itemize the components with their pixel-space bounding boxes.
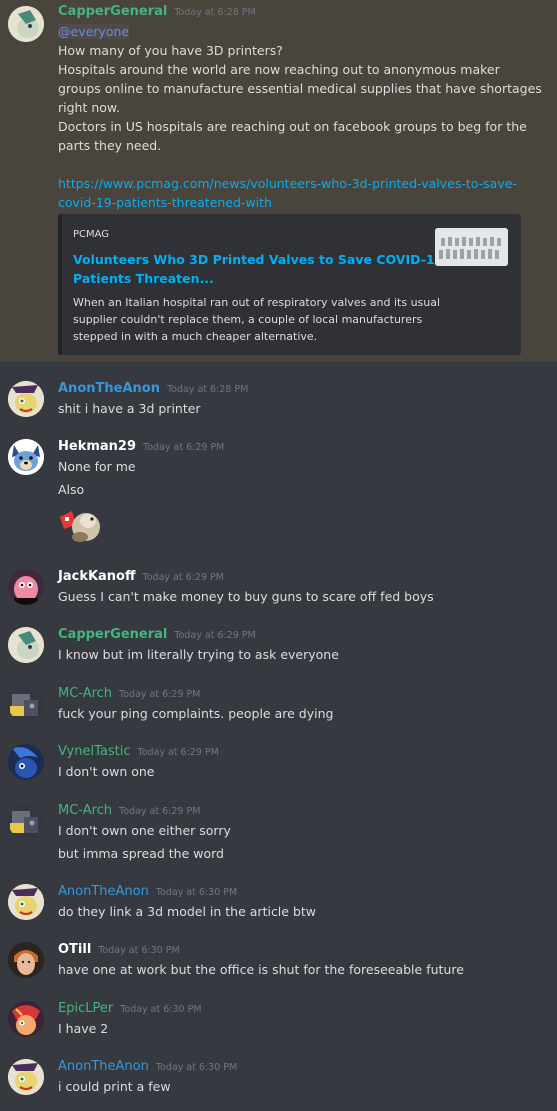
avatar[interactable] bbox=[8, 569, 44, 605]
message: EpicLPer Today at 6:30 PM I have 2 bbox=[0, 1001, 557, 1038]
author-name[interactable]: AnonTheAnon bbox=[58, 884, 149, 899]
author-name[interactable]: AnonTheAnon bbox=[58, 1059, 149, 1074]
avatar[interactable] bbox=[8, 803, 44, 839]
avatar[interactable] bbox=[8, 439, 44, 475]
embed-thumbnail[interactable] bbox=[435, 228, 508, 266]
message-text: shit i have a 3d printer bbox=[58, 401, 201, 416]
timestamp: Today at 6:29 PM bbox=[137, 747, 219, 758]
message-text: Also bbox=[58, 482, 85, 497]
message: AnonTheAnon Today at 6:28 PM shit i have… bbox=[0, 381, 557, 418]
message: CapperGeneral Today at 6:28 PM @everyone… bbox=[0, 4, 557, 212]
message-text: I don't own one either sorry bbox=[58, 823, 231, 838]
message: Hekman29 Today at 6:29 PM None for me Al… bbox=[0, 439, 557, 545]
message-text: do they link a 3d model in the article b… bbox=[58, 904, 317, 919]
author-name[interactable]: AnonTheAnon bbox=[58, 381, 160, 396]
timestamp: Today at 6:29 PM bbox=[119, 689, 201, 700]
article-link[interactable]: https://www.pcmag.com/news/volunteers-wh… bbox=[58, 174, 547, 193]
author-name[interactable]: JackKanoff bbox=[58, 569, 136, 584]
mention[interactable]: @everyone bbox=[58, 22, 547, 41]
timestamp: Today at 6:29 PM bbox=[174, 630, 256, 641]
timestamp: Today at 6:29 PM bbox=[119, 806, 201, 817]
pony-avatar-icon bbox=[8, 6, 44, 42]
message: VynelTastic Today at 6:29 PM I don't own… bbox=[0, 744, 557, 781]
author-name[interactable]: CapperGeneral bbox=[58, 627, 167, 642]
pony-avatar-icon bbox=[8, 1001, 44, 1037]
pony-avatar-icon bbox=[8, 381, 44, 417]
timestamp: Today at 6:28 PM bbox=[174, 7, 256, 18]
embed-provider: PCMAG bbox=[73, 229, 110, 240]
author-name[interactable]: CapperGeneral bbox=[58, 4, 167, 19]
message: JackKanoff Today at 6:29 PM Guess I can'… bbox=[0, 569, 557, 606]
timestamp: Today at 6:29 PM bbox=[142, 572, 224, 583]
pony-avatar-icon bbox=[8, 627, 44, 663]
message-text: groups online to manufacture essential m… bbox=[58, 81, 542, 96]
starfish-avatar-icon bbox=[8, 569, 44, 605]
timestamp: Today at 6:30 PM bbox=[98, 945, 180, 956]
message-text: right now. bbox=[58, 100, 120, 115]
message-text: Hospitals around the world are now reach… bbox=[58, 62, 500, 77]
link-embed: PCMAG Volunteers Who 3D Printed Valves t… bbox=[58, 214, 521, 355]
message: MC-Arch Today at 6:29 PM fuck your ping … bbox=[0, 686, 557, 723]
author-name[interactable]: Hekman29 bbox=[58, 439, 136, 454]
robot-avatar-icon bbox=[8, 686, 44, 722]
avatar[interactable] bbox=[8, 744, 44, 780]
dog-image-icon bbox=[60, 511, 100, 542]
message-text: I know but im literally trying to ask ev… bbox=[58, 647, 339, 662]
message-text: i could print a few bbox=[58, 1079, 171, 1094]
timestamp: Today at 6:30 PM bbox=[155, 1062, 238, 1073]
avatar[interactable] bbox=[8, 1001, 44, 1037]
message-text: I don't own one bbox=[58, 764, 155, 779]
message: AnonTheAnon Today at 6:30 PM do they lin… bbox=[0, 884, 557, 921]
message-text: I have 2 bbox=[58, 1021, 109, 1036]
avatar[interactable] bbox=[8, 1059, 44, 1095]
timestamp: Today at 6:29 PM bbox=[143, 442, 225, 453]
pony-avatar-icon bbox=[8, 884, 44, 920]
message-text: Guess I can't make money to buy guns to … bbox=[58, 589, 434, 604]
message-text: None for me bbox=[58, 459, 136, 474]
embed-description: When an Italian hospital ran out of resp… bbox=[73, 296, 441, 343]
pony-avatar-icon bbox=[8, 1059, 44, 1095]
avatar[interactable] bbox=[8, 627, 44, 663]
timestamp: Today at 6:30 PM bbox=[120, 1004, 202, 1015]
reaction-image[interactable] bbox=[58, 503, 104, 545]
avatar[interactable] bbox=[8, 6, 44, 42]
avatar[interactable] bbox=[8, 381, 44, 417]
message-text: have one at work but the office is shut … bbox=[58, 962, 464, 977]
avatar[interactable] bbox=[8, 884, 44, 920]
embed-title[interactable]: Volunteers Who 3D Printed Valves to Save… bbox=[73, 250, 443, 288]
message-text: Doctors in US hospitals are reaching out… bbox=[58, 119, 527, 134]
timestamp: Today at 6:30 PM bbox=[155, 887, 238, 898]
robot-avatar-icon bbox=[8, 803, 44, 839]
message: CapperGeneral Today at 6:29 PM I know bu… bbox=[0, 627, 557, 664]
message: MC-Arch Today at 6:29 PM I don't own one… bbox=[0, 803, 557, 863]
avatar[interactable] bbox=[8, 942, 44, 978]
author-name[interactable]: OTill bbox=[58, 942, 91, 957]
person-avatar-icon bbox=[8, 942, 44, 978]
message-text: How many of you have 3D printers? bbox=[58, 43, 283, 58]
avatar[interactable] bbox=[8, 686, 44, 722]
author-name[interactable]: EpicLPer bbox=[58, 1001, 113, 1016]
author-name[interactable]: MC-Arch bbox=[58, 803, 112, 818]
pony-avatar-icon bbox=[8, 744, 44, 780]
dog-avatar-icon bbox=[8, 439, 44, 475]
author-name[interactable]: MC-Arch bbox=[58, 686, 112, 701]
timestamp: Today at 6:28 PM bbox=[166, 384, 249, 395]
message-text: but imma spread the word bbox=[58, 846, 224, 861]
message: OTill Today at 6:30 PM have one at work … bbox=[0, 942, 557, 979]
message-text: fuck your ping complaints. people are dy… bbox=[58, 706, 334, 721]
article-link[interactable]: covid-19-patients-threatened-with bbox=[58, 193, 547, 212]
valves-thumbnail-icon bbox=[435, 228, 508, 266]
author-name[interactable]: VynelTastic bbox=[58, 744, 130, 759]
message-text: parts they need. bbox=[58, 138, 162, 153]
message: AnonTheAnon Today at 6:30 PM i could pri… bbox=[0, 1059, 557, 1096]
